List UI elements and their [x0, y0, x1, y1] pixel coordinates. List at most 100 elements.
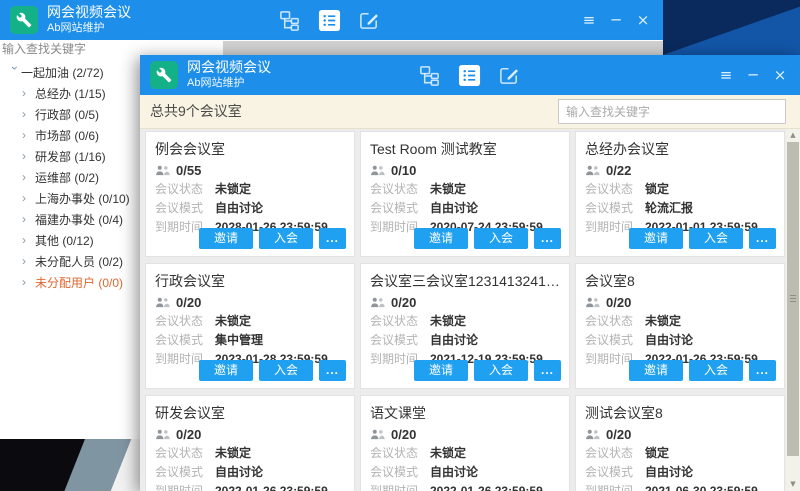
- status-value: 未锁定: [215, 312, 251, 331]
- app-logo: [150, 61, 178, 89]
- people-icon: [155, 429, 170, 440]
- room-card: 例会会议室 0/55 会议状态 未锁定: [145, 131, 355, 257]
- room-name: 测试会议室8: [585, 403, 775, 423]
- status-row: 会议状态 锁定: [585, 180, 775, 199]
- mode-value: 自由讨论: [645, 463, 693, 482]
- scroll-up-icon[interactable]: ▲: [786, 129, 800, 142]
- wrench-icon: [156, 67, 172, 83]
- join-button[interactable]: 入会: [259, 228, 313, 249]
- join-button[interactable]: 入会: [474, 228, 528, 249]
- more-button[interactable]: ...: [319, 228, 346, 249]
- back-nav-icons: [278, 0, 381, 40]
- status-label: 会议状态: [155, 444, 215, 463]
- tree-item-label: 其他 (0/12): [35, 234, 94, 248]
- more-button[interactable]: ...: [534, 360, 561, 381]
- scroll-down-icon[interactable]: ▼: [786, 478, 800, 491]
- room-name: 会议室8: [585, 271, 775, 291]
- chevron-icon[interactable]: ›: [22, 209, 35, 230]
- people-icon: [585, 165, 600, 176]
- app-title: 网会视频会议: [47, 4, 131, 22]
- invite-button[interactable]: 邀请: [629, 360, 683, 381]
- invite-button[interactable]: 邀请: [199, 228, 253, 249]
- chevron-icon[interactable]: ›: [4, 66, 25, 79]
- back-window-controls: ≡ ─ ×: [581, 0, 651, 40]
- join-button[interactable]: 入会: [689, 228, 743, 249]
- status-label: 会议状态: [585, 444, 645, 463]
- room-name: 行政会议室: [155, 271, 345, 291]
- mode-row: 会议模式 集中管理: [155, 331, 345, 350]
- app-titles: 网会视频会议 Ab网站维护: [187, 59, 271, 90]
- more-button[interactable]: ...: [319, 360, 346, 381]
- tree-item-label: 一起加油 (2/72): [21, 66, 104, 80]
- mode-value: 自由讨论: [215, 463, 263, 482]
- more-button[interactable]: ...: [749, 228, 776, 249]
- mode-row: 会议模式 轮流汇报: [585, 199, 775, 218]
- member-count: 0/20: [606, 295, 631, 310]
- tree-item-label: 市场部 (0/6): [35, 129, 99, 143]
- status-value: 未锁定: [215, 444, 251, 463]
- chevron-icon[interactable]: ›: [22, 272, 35, 293]
- status-label: 会议状态: [370, 444, 430, 463]
- wallpaper-top-right: [663, 0, 800, 55]
- compose-edit-icon[interactable]: [498, 64, 521, 87]
- chevron-icon[interactable]: ›: [22, 146, 35, 167]
- card-actions: 邀请 入会 ...: [414, 228, 561, 249]
- meeting-list-icon[interactable]: [318, 9, 341, 32]
- chevron-icon[interactable]: ›: [22, 83, 35, 104]
- more-button[interactable]: ...: [749, 360, 776, 381]
- mode-value: 自由讨论: [215, 199, 263, 218]
- invite-button[interactable]: 邀请: [414, 228, 468, 249]
- mode-row: 会议模式 自由讨论: [370, 463, 560, 482]
- rooms-search-input[interactable]: [558, 99, 786, 124]
- compose-edit-icon[interactable]: [358, 9, 381, 32]
- mode-label: 会议模式: [585, 199, 645, 218]
- meeting-list-icon[interactable]: [458, 64, 481, 87]
- status-value: 未锁定: [645, 312, 681, 331]
- app-subtitle: Ab网站维护: [187, 77, 271, 91]
- people-icon: [370, 165, 385, 176]
- status-row: 会议状态 未锁定: [155, 312, 345, 331]
- member-count: 0/20: [391, 295, 416, 310]
- close-icon[interactable]: ×: [635, 11, 651, 29]
- minimize-icon[interactable]: ─: [745, 66, 761, 84]
- invite-button[interactable]: 邀请: [414, 360, 468, 381]
- org-chart-icon[interactable]: [278, 9, 301, 32]
- mode-value: 自由讨论: [430, 331, 478, 350]
- room-card: 会议室三会议室123141324141三会议室 0/20 会议状态: [360, 263, 570, 389]
- chevron-icon[interactable]: ›: [22, 167, 35, 188]
- status-value: 未锁定: [430, 444, 466, 463]
- join-button[interactable]: 入会: [259, 360, 313, 381]
- invite-button[interactable]: 邀请: [199, 360, 253, 381]
- mode-row: 会议模式 自由讨论: [370, 199, 560, 218]
- more-button[interactable]: ...: [534, 228, 561, 249]
- app-logo: [10, 6, 38, 34]
- member-count: 0/20: [391, 427, 416, 442]
- close-icon[interactable]: ×: [772, 66, 788, 84]
- chevron-icon[interactable]: ›: [22, 104, 35, 125]
- status-value: 未锁定: [430, 312, 466, 331]
- chevron-icon[interactable]: ›: [22, 230, 35, 251]
- scrollbar-thumb[interactable]: [787, 142, 799, 456]
- invite-button[interactable]: 邀请: [629, 228, 683, 249]
- org-chart-icon[interactable]: [418, 64, 441, 87]
- join-button[interactable]: 入会: [689, 360, 743, 381]
- chevron-icon[interactable]: ›: [22, 188, 35, 209]
- people-icon: [370, 297, 385, 308]
- chevron-icon[interactable]: ›: [22, 251, 35, 272]
- minimize-icon[interactable]: ─: [608, 11, 624, 29]
- join-button[interactable]: 入会: [474, 360, 528, 381]
- member-count-row: 0/20: [370, 425, 560, 444]
- menu-icon[interactable]: ≡: [718, 66, 734, 84]
- member-count-row: 0/10: [370, 161, 560, 180]
- people-icon: [370, 429, 385, 440]
- mode-row: 会议模式 自由讨论: [370, 331, 560, 350]
- mode-row: 会议模式 自由讨论: [155, 199, 345, 218]
- menu-icon[interactable]: ≡: [581, 11, 597, 29]
- chevron-icon[interactable]: ›: [22, 125, 35, 146]
- tree-search-input[interactable]: [2, 41, 152, 57]
- expire-value: 2021-06-30 23:59:59: [645, 482, 758, 491]
- mode-label: 会议模式: [155, 199, 215, 218]
- meeting-rooms-window: 网会视频会议 Ab网站维护 ≡ ─ ×: [140, 55, 800, 491]
- status-label: 会议状态: [155, 312, 215, 331]
- app-title: 网会视频会议: [187, 59, 271, 77]
